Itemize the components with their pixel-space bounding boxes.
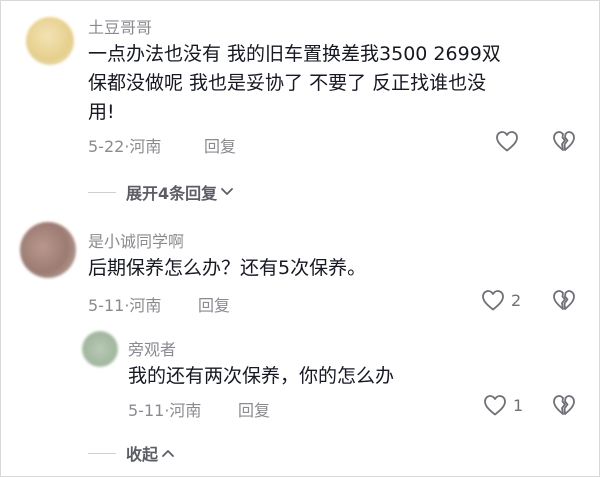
expand-replies-label: 展开4条回复 [126,184,218,203]
comment-meta: 5-22·河南 [88,133,161,157]
divider [88,191,116,193]
dislike-button[interactable] [552,394,576,420]
username[interactable]: 旁观者 [128,336,176,360]
like-button[interactable]: 1 [483,394,523,416]
reply-meta: 5-11·河南 [128,397,201,421]
broken-heart-icon [553,131,575,151]
comment-text: 一点办法也没有 我的旧车置换差我3500 2699双保都没做呢 我也是妥协了 不… [88,43,501,123]
avatar[interactable] [82,331,118,367]
reply-button[interactable]: 回复 [238,397,270,421]
broken-heart-icon [553,395,575,415]
comment-date: 5-11 [88,296,125,315]
like-count: 2 [511,290,522,310]
like-count: 1 [513,395,524,415]
reply-date: 5-11 [128,401,165,420]
reply-button[interactable]: 回复 [198,292,230,316]
heart-outline-icon [482,290,504,311]
chevron-up-icon [162,450,174,457]
comment-location: 河南 [129,137,162,156]
collapse-label: 收起 [126,445,159,464]
heart-outline-icon [496,131,518,152]
dislike-button[interactable] [552,289,576,315]
comment-location: 河南 [129,296,162,315]
username[interactable]: 是小诚同学啊 [88,228,184,252]
avatar[interactable] [26,17,74,65]
like-button[interactable] [495,130,525,152]
like-button[interactable]: 2 [481,289,521,311]
divider [88,452,116,454]
reply-location: 河南 [169,401,202,420]
collapse-replies-button[interactable]: 收起 [88,441,175,465]
chevron-down-icon [221,188,234,195]
comment-meta: 5-11·河南 [88,292,161,316]
reply-button[interactable]: 回复 [204,133,236,157]
heart-outline-icon [484,395,506,416]
comment-date: 5-22 [88,137,125,156]
reply-text: 我的还有两次保养，你的怎么办 [128,365,395,387]
avatar[interactable] [20,222,76,278]
comment-text: 后期保养怎么办？还有5次保养。 [88,257,367,279]
broken-heart-icon [553,290,575,310]
expand-replies-button[interactable]: 展开4条回复 [88,180,234,204]
dislike-button[interactable] [552,130,576,156]
username[interactable]: 土豆哥哥 [88,14,152,38]
